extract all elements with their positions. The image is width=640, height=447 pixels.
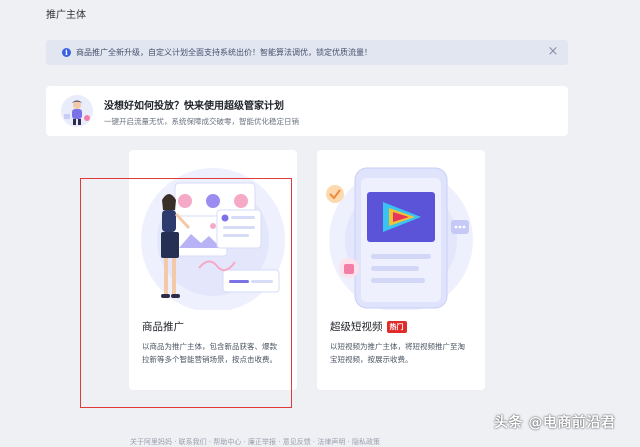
footer-links[interactable]: 关于阿里妈妈 · 联系我们 · 帮助中心 · 廉正举报 · 意见反馈 · 法律声… <box>130 437 380 447</box>
info-icon: i <box>62 48 71 57</box>
assistant-illustration <box>60 94 94 128</box>
card-title: 商品推广 <box>142 319 184 334</box>
promo-subtitle: 一键开启流量无忧，系统保障成交破零，智能优化稳定日销 <box>104 116 299 127</box>
close-icon[interactable]: × <box>546 44 560 60</box>
promo-title: 没想好如何投放？快来使用超级管家计划 <box>104 97 284 112</box>
card-description: 以商品为推广主体，包含新品获客、爆款拉新等多个智能营销场景，按点击收费。 <box>142 341 282 366</box>
hot-badge: 热门 <box>387 321 407 333</box>
notice-banner: i 商品推广全新升级，自定义计划全面支持系统出价！智能算法调优，锁定优质流量！ … <box>46 40 568 65</box>
card-title-text: 超级短视频 <box>330 319 383 334</box>
watermark: 头条 @电商前沿君 <box>494 412 615 432</box>
card-title: 超级短视频 热门 <box>330 319 407 334</box>
product-promotion-illustration <box>129 150 297 310</box>
product-promotion-card[interactable]: 商品推广 以商品为推广主体，包含新品获客、爆款拉新等多个智能营销场景，按点击收费… <box>129 150 297 390</box>
short-video-card[interactable]: 超级短视频 热门 以短视频为推广主体，将短视频推广至淘宝短视频，按展示收费。 <box>317 150 485 390</box>
notice-text: 商品推广全新升级，自定义计划全面支持系统出价！智能算法调优，锁定优质流量！ <box>76 47 372 58</box>
short-video-illustration <box>317 150 485 310</box>
smart-plan-banner[interactable]: 没想好如何投放？快来使用超级管家计划 一键开启流量无忧，系统保障成交破零，智能优… <box>46 86 568 136</box>
card-description: 以短视频为推广主体，将短视频推广至淘宝短视频，按展示收费。 <box>330 341 470 366</box>
page-title: 推广主体 <box>46 6 86 21</box>
